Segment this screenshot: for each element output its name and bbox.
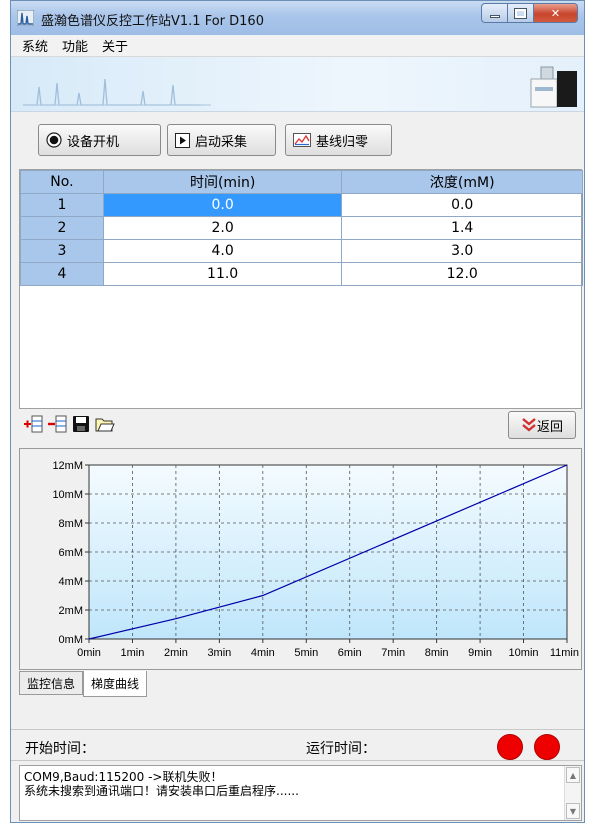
cell-time[interactable]: 11.0 xyxy=(102,262,343,286)
cell-no: 4 xyxy=(20,262,104,286)
y-tick-label: 4mM xyxy=(59,576,83,588)
play-icon xyxy=(175,132,190,148)
gradient-chart-svg: 0mM 2mM 4mM 6mM 8mM 10mM 12mM 0min 1min 2min 3min… xyxy=(52,460,579,659)
tab-monitor-info[interactable]: 监控信息 xyxy=(19,671,84,695)
power-on-label: 设备开机 xyxy=(67,134,120,150)
status-bar: 开始时间： 运行时间： xyxy=(11,729,584,761)
x-tick-label: 10min xyxy=(509,647,539,659)
back-label: 返回 xyxy=(536,419,563,435)
baseline-icon xyxy=(293,132,311,148)
run-time-label: 运行时间： xyxy=(306,741,376,757)
x-tick-label: 2min xyxy=(164,647,188,659)
gradient-table-area: No. 时间(min) 浓度(mM) 1 0.0 0.0 2 2.0 1.4 3… xyxy=(19,169,583,409)
log-line: 系统未搜索到通讯端口！请安装串口后重启程序...... xyxy=(24,784,299,798)
chevron-double-down-icon xyxy=(522,418,536,432)
table-tools: 返回 xyxy=(19,409,582,445)
start-time-label: 开始时间： xyxy=(25,741,95,757)
save-icon xyxy=(73,416,89,432)
instrument-icon xyxy=(530,66,577,108)
window-title: 盛瀚色谱仪反控工作站V1.1 For D160 xyxy=(41,14,264,29)
scroll-down-icon[interactable]: ▼ xyxy=(566,803,580,819)
app-icon xyxy=(17,10,34,26)
message-log[interactable]: COM9,Baud:115200 ->联机失败！ 系统未搜索到通讯端口！请安装串… xyxy=(19,765,582,821)
x-tick-label: 11min xyxy=(550,647,579,659)
table-row[interactable]: 3 4.0 3.0 xyxy=(20,239,583,263)
add-row-button[interactable] xyxy=(23,415,43,433)
header-no: No. xyxy=(20,170,104,194)
cell-concentration[interactable]: 3.0 xyxy=(341,239,583,263)
x-tick-label: 8min xyxy=(425,647,449,659)
minimize-icon xyxy=(489,14,500,18)
y-tick-label: 2mM xyxy=(59,605,83,617)
power-icon xyxy=(46,132,62,148)
x-tick-label: 6min xyxy=(338,647,362,659)
scroll-up-icon[interactable]: ▲ xyxy=(566,767,580,783)
cell-concentration[interactable]: 12.0 xyxy=(341,262,583,286)
y-tick-label: 12mM xyxy=(52,460,83,472)
delete-row-icon xyxy=(48,415,67,433)
app-window: 盛瀚色谱仪反控工作站V1.1 For D160 ✕ 系统 功能 关于 设备开机 … xyxy=(10,0,585,823)
minimize-button[interactable] xyxy=(481,3,508,23)
gradient-table: No. 时间(min) 浓度(mM) 1 0.0 0.0 2 2.0 1.4 3… xyxy=(20,170,583,286)
add-row-icon xyxy=(24,415,43,433)
menu-system[interactable]: 系统 xyxy=(15,36,55,55)
power-on-button[interactable]: 设备开机 xyxy=(38,124,161,156)
cell-no: 1 xyxy=(20,193,104,217)
delete-row-button[interactable] xyxy=(47,415,67,433)
table-row[interactable]: 4 11.0 12.0 xyxy=(20,262,583,286)
header-time: 时间(min) xyxy=(102,170,343,194)
plot-area xyxy=(88,464,568,640)
y-tick-label: 10mM xyxy=(52,489,83,501)
table-header: No. 时间(min) 浓度(mM) xyxy=(20,170,583,194)
toolbar: 设备开机 启动采集 基线归零 xyxy=(11,112,584,167)
banner-graphic xyxy=(23,66,577,108)
y-tick-label: 8mM xyxy=(59,518,83,530)
x-tick-label: 4min xyxy=(251,647,275,659)
menu-about[interactable]: 关于 xyxy=(95,36,135,55)
title-bar[interactable]: 盛瀚色谱仪反控工作站V1.1 For D160 ✕ xyxy=(11,1,584,35)
cell-time[interactable]: 4.0 xyxy=(102,239,343,263)
back-button[interactable]: 返回 xyxy=(508,411,576,439)
y-tick-label: 6mM xyxy=(59,547,83,559)
menu-bar: 系统 功能 关于 xyxy=(11,35,584,57)
open-file-button[interactable] xyxy=(95,415,115,433)
header-concentration: 浓度(mM) xyxy=(341,170,583,194)
cell-no: 2 xyxy=(20,216,104,240)
cell-no: 3 xyxy=(20,239,104,263)
table-row[interactable]: 2 2.0 1.4 xyxy=(20,216,583,240)
log-scrollbar[interactable]: ▲ ▼ xyxy=(564,766,581,820)
menu-function[interactable]: 功能 xyxy=(55,36,95,55)
x-tick-label: 5min xyxy=(294,647,318,659)
cell-concentration[interactable]: 0.0 xyxy=(341,193,583,217)
maximize-icon xyxy=(514,7,527,19)
x-tick-label: 9min xyxy=(468,647,492,659)
bottom-tabs: 监控信息 梯度曲线 xyxy=(19,671,148,697)
maximize-button[interactable] xyxy=(508,3,534,23)
cell-time[interactable]: 2.0 xyxy=(102,216,343,240)
x-tick-label: 1min xyxy=(121,647,145,659)
table-row[interactable]: 1 0.0 0.0 xyxy=(20,193,583,217)
x-tick-label: 3min xyxy=(207,647,231,659)
x-tick-label: 0min xyxy=(77,647,101,659)
cell-concentration[interactable]: 1.4 xyxy=(341,216,583,240)
status-indicator-1 xyxy=(497,734,523,760)
start-acquire-label: 启动采集 xyxy=(195,134,248,150)
baseline-zero-button[interactable]: 基线归零 xyxy=(285,124,392,156)
start-acquire-button[interactable]: 启动采集 xyxy=(167,124,276,156)
baseline-zero-label: 基线归零 xyxy=(316,134,369,150)
x-tick-label: 7min xyxy=(381,647,405,659)
close-icon: ✕ xyxy=(550,6,561,20)
tab-gradient-curve[interactable]: 梯度曲线 xyxy=(83,671,148,697)
y-tick-label: 0mM xyxy=(59,634,83,646)
cell-time[interactable]: 0.0 xyxy=(102,193,343,217)
save-button[interactable] xyxy=(71,415,91,433)
folder-open-icon xyxy=(95,418,115,432)
gradient-chart: 0mM 2mM 4mM 6mM 8mM 10mM 12mM 0min 1min 2min 3min… xyxy=(19,448,582,670)
banner xyxy=(11,57,584,112)
status-indicator-2 xyxy=(534,734,560,760)
close-button[interactable]: ✕ xyxy=(534,3,578,23)
